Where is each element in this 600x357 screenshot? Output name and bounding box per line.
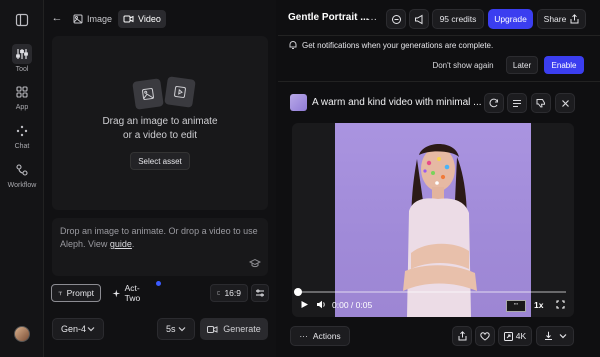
upscale-4k-button[interactable]: 4K	[498, 326, 532, 346]
share-label: Share	[543, 14, 567, 24]
duration-select[interactable]: 5s	[157, 318, 195, 340]
download-icon	[544, 331, 552, 340]
thumbs-down-icon[interactable]	[531, 93, 551, 113]
generation-thumbnail[interactable]	[290, 94, 307, 111]
bell-icon	[288, 40, 298, 52]
sliders-icon	[256, 289, 264, 297]
sidebar-toggle-icon[interactable]	[12, 10, 32, 30]
actions-label: Actions	[312, 331, 341, 341]
share-icon[interactable]	[452, 326, 472, 346]
drop-illustration	[132, 76, 196, 110]
results-panel: Gentle Portrait ... ··· 95 credits Upgra…	[278, 0, 600, 357]
dont-show-again-button[interactable]: Don't show again	[430, 56, 496, 74]
text-icon	[58, 291, 63, 295]
tab-video[interactable]: Video	[118, 10, 166, 28]
share-button[interactable]: Share	[537, 9, 586, 29]
app-window: Tool App Chat Workflow ← Image Video Dra…	[0, 0, 600, 357]
prompt-period: .	[131, 239, 135, 249]
left-rail: Tool App Chat Workflow	[0, 0, 44, 357]
select-asset-button[interactable]: Select asset	[130, 152, 190, 170]
text-lines-icon[interactable]	[507, 93, 527, 113]
video-camera-icon	[207, 325, 218, 333]
drop-instruction-line2: or a video to edit	[123, 130, 197, 141]
megaphone-icon[interactable]	[409, 9, 429, 29]
later-button[interactable]: Later	[506, 56, 538, 74]
act-two-button[interactable]: Act-Two	[106, 283, 160, 303]
upscale-icon	[503, 331, 513, 341]
workflow-icon[interactable]	[12, 160, 32, 180]
image-placeholder-icon	[132, 78, 164, 110]
model-select[interactable]: Gen-4	[52, 318, 104, 340]
mode-nav: ← Image Video	[44, 0, 276, 36]
project-title[interactable]: Gentle Portrait ...	[288, 12, 369, 23]
video-camera-icon	[123, 15, 134, 23]
sliders-icon[interactable]	[12, 44, 32, 64]
header-bar: Gentle Portrait ... ··· 95 credits Upgra…	[278, 0, 600, 36]
notification-message: Get notifications when your generations …	[302, 41, 494, 50]
upgrade-button[interactable]: Upgrade	[488, 9, 533, 29]
video-placeholder-icon	[164, 76, 196, 108]
video-frame	[335, 123, 531, 317]
fullscreen-icon[interactable]	[556, 300, 565, 311]
settings-button[interactable]	[251, 284, 269, 302]
rail-label-chat: Chat	[14, 143, 30, 150]
generation-prompt-title[interactable]: A warm and kind video with minimal ...	[312, 97, 482, 108]
prompt-placeholder: Drop an image to animate. Or drop a vide…	[60, 226, 258, 249]
chevron-down-icon	[559, 334, 566, 339]
tab-image-label: Image	[87, 14, 113, 24]
new-indicator-dot	[156, 281, 161, 286]
drop-instruction-line1: Drag an image to animate	[102, 116, 218, 127]
grid-icon[interactable]	[12, 82, 32, 102]
graduation-cap-icon[interactable]	[248, 257, 262, 269]
model-label: Gen-4	[61, 324, 87, 334]
generate-label: Generate	[223, 324, 261, 334]
dots-icon: ···	[299, 331, 308, 341]
prompt-mode-button[interactable]: Prompt	[51, 284, 101, 302]
volume-icon[interactable]	[316, 300, 326, 311]
credits-badge[interactable]: 95 credits	[432, 9, 484, 29]
back-arrow-icon[interactable]: ←	[50, 11, 64, 25]
prompt-input[interactable]: Drop an image to animate. Or drop a vide…	[52, 218, 268, 276]
playback-speed[interactable]: 1x	[534, 300, 543, 310]
play-icon[interactable]	[300, 300, 309, 311]
aspect-ratio-button[interactable]: 16:9	[210, 284, 248, 302]
progress-track[interactable]	[300, 291, 566, 293]
generation-panel: ← Image Video Drag an image to animate o…	[44, 0, 276, 357]
asset-drop-zone[interactable]: Drag an image to animate or a video to e…	[52, 36, 268, 210]
sparkle-icon[interactable]	[12, 121, 32, 141]
tab-image[interactable]: Image	[68, 10, 117, 28]
sparkle-icon	[112, 289, 121, 297]
guide-link[interactable]: guide	[110, 239, 132, 249]
chevron-down-icon	[178, 327, 186, 332]
resolution-label: 4K	[515, 331, 527, 341]
tab-video-label: Video	[138, 14, 161, 24]
rail-label-app: App	[15, 104, 29, 111]
rail-label-workflow: Workflow	[7, 182, 37, 189]
chat-bubble-icon[interactable]	[386, 9, 406, 29]
generate-button[interactable]: Generate	[200, 318, 268, 340]
more-options-icon[interactable]: ···	[364, 9, 380, 29]
duration-label: 5s	[166, 324, 176, 334]
image-icon	[73, 14, 83, 24]
refresh-icon[interactable]	[484, 93, 504, 113]
aspect-ratio-icon	[217, 291, 221, 295]
video-player[interactable]: 0:00 / 0:05 ▪▪▪ 1x	[292, 123, 574, 317]
actions-button[interactable]: ··· Actions	[290, 326, 350, 346]
act-two-label: Act-Two	[124, 283, 141, 303]
close-icon[interactable]	[555, 93, 575, 113]
parental-advisory-label-icon: ▪▪▪	[506, 300, 526, 312]
chevron-down-icon	[87, 327, 95, 332]
prompt-mode-label: Prompt	[66, 288, 94, 298]
aspect-ratio-label: 16:9	[224, 288, 241, 298]
rail-label-tool: Tool	[15, 66, 29, 73]
heart-icon[interactable]	[475, 326, 495, 346]
download-button[interactable]	[536, 326, 574, 346]
time-display: 0:00 / 0:05	[332, 300, 373, 310]
avatar[interactable]	[14, 326, 30, 342]
progress-knob[interactable]	[294, 288, 302, 296]
share-icon	[570, 14, 579, 24]
enable-button[interactable]: Enable	[544, 56, 584, 74]
